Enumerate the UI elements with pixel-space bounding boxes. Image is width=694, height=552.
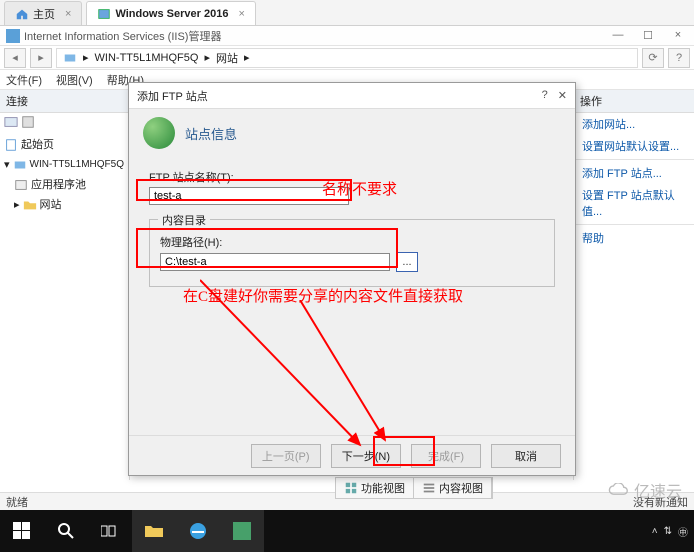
system-tray[interactable]: ˄ ⇅ ㊥ xyxy=(646,510,694,552)
actions-pane: 操作 添加网站... 设置网站默认设置... 添加 FTP 站点... 设置 F… xyxy=(574,90,694,480)
search-icon xyxy=(57,522,75,540)
server-icon xyxy=(13,158,27,172)
next-button[interactable]: 下一步(N) xyxy=(331,444,401,468)
refresh-button[interactable]: ⟳ xyxy=(642,48,664,68)
dialog-close-button[interactable]: ✕ xyxy=(558,89,567,102)
tray-network-icon[interactable]: ⇅ xyxy=(664,526,672,537)
pane-title: 连接 xyxy=(6,93,28,109)
tab-label: Windows Server 2016 xyxy=(115,8,228,20)
tree-start-page[interactable]: 起始页 xyxy=(4,135,125,155)
pane-title: 操作 xyxy=(580,93,602,109)
grid-icon xyxy=(344,481,358,495)
start-button[interactable] xyxy=(0,510,44,552)
pool-icon xyxy=(14,178,28,192)
connect-icon[interactable] xyxy=(4,115,18,129)
action-help[interactable]: 帮助 xyxy=(574,227,694,249)
cloud-icon xyxy=(608,483,630,497)
action-site-defaults[interactable]: 设置网站默认设置... xyxy=(574,135,694,157)
menu-file[interactable]: 文件(F) xyxy=(6,72,42,88)
cancel-button[interactable]: 取消 xyxy=(491,444,561,468)
save-icon[interactable] xyxy=(21,115,35,129)
search-button[interactable] xyxy=(44,510,88,552)
status-left: 就绪 xyxy=(6,494,28,510)
view-switcher: 功能视图 内容视图 xyxy=(335,477,493,499)
server-icon xyxy=(97,7,111,21)
ie-icon xyxy=(189,522,207,540)
path-label: 物理路径(H): xyxy=(160,234,544,250)
browser-tab-strip: 主页 × Windows Server 2016 × xyxy=(0,0,694,26)
annotation-text-1: 名称不要求 xyxy=(322,178,397,199)
action-ftp-defaults[interactable]: 设置 FTP 站点默认值... xyxy=(574,184,694,222)
browser-tab-ws2016[interactable]: Windows Server 2016 × xyxy=(86,1,255,25)
home-icon xyxy=(15,7,29,21)
tree-sites[interactable]: ▸网站 xyxy=(4,195,125,215)
content-dir-legend: 内容目录 xyxy=(158,212,210,228)
content-dir-group: 内容目录 物理路径(H): ... xyxy=(149,219,555,287)
breadcrumb-sites: 网站 xyxy=(216,50,238,66)
nav-fwd-button[interactable]: ▸ xyxy=(30,48,52,68)
help-button[interactable]: ? xyxy=(668,48,690,68)
nav-back-button[interactable]: ◂ xyxy=(4,48,26,68)
tab-features-view[interactable]: 功能视图 xyxy=(336,478,414,498)
close-icon[interactable]: × xyxy=(238,8,244,20)
close-icon[interactable]: × xyxy=(65,8,71,20)
folder-icon xyxy=(144,523,164,539)
dialog-heading: 站点信息 xyxy=(185,124,237,143)
dialog-help-button[interactable]: ? xyxy=(542,89,548,102)
menu-view[interactable]: 视图(V) xyxy=(56,72,93,88)
site-name-input[interactable] xyxy=(149,187,349,205)
watermark: 亿速云 xyxy=(608,478,682,502)
browser-tab-home[interactable]: 主页 × xyxy=(4,1,82,25)
address-bar: ◂ ▸ ▸ WIN-TT5L1MHQF5Q ▸ 网站 ▸ ⟳ ? xyxy=(0,46,694,70)
taskbar: ˄ ⇅ ㊥ xyxy=(0,510,694,552)
action-add-website[interactable]: 添加网站... xyxy=(574,113,694,135)
iis-icon xyxy=(233,522,251,540)
iis-titlebar: Internet Information Services (IIS)管理器 —… xyxy=(0,26,694,46)
taskview-icon xyxy=(101,524,119,538)
globe-icon xyxy=(143,117,175,149)
breadcrumb[interactable]: ▸ WIN-TT5L1MHQF5Q ▸ 网站 ▸ xyxy=(56,48,638,68)
annotation-text-2: 在C盘建好你需要分享的内容文件直接获取 xyxy=(183,285,463,306)
tab-content-view[interactable]: 内容视图 xyxy=(414,478,492,498)
expand-icon[interactable]: ▾ xyxy=(4,156,10,174)
prev-button: 上一页(P) xyxy=(251,444,321,468)
physical-path-input[interactable] xyxy=(160,253,390,271)
taskbar-explorer[interactable] xyxy=(132,510,176,552)
maximize-button[interactable]: ☐ xyxy=(634,26,662,44)
dialog-title: 添加 FTP 站点 xyxy=(137,88,208,104)
breadcrumb-server: WIN-TT5L1MHQF5Q xyxy=(95,52,199,64)
finish-button: 完成(F) xyxy=(411,444,481,468)
expand-icon[interactable]: ▸ xyxy=(14,196,20,214)
action-add-ftp[interactable]: 添加 FTP 站点... xyxy=(574,162,694,184)
minimize-button[interactable]: — xyxy=(604,26,632,44)
list-icon xyxy=(422,481,436,495)
tray-ime-icon[interactable]: ㊥ xyxy=(678,524,688,539)
folder-icon xyxy=(23,198,37,212)
windows-icon xyxy=(13,522,31,540)
iis-icon xyxy=(6,29,20,43)
taskbar-ie[interactable] xyxy=(176,510,220,552)
connections-pane: 连接 起始页 ▾WIN-TT5L1MHQF5Q 应用程序池 ▸网站 xyxy=(0,90,130,480)
add-ftp-site-dialog: 添加 FTP 站点 ? ✕ 站点信息 FTP 站点名称(T): 内容目录 物理路… xyxy=(128,82,576,476)
server-icon xyxy=(63,51,77,65)
taskbar-iis[interactable] xyxy=(220,510,264,552)
window-title: Internet Information Services (IIS)管理器 xyxy=(24,28,221,44)
page-icon xyxy=(4,138,18,152)
tree-server[interactable]: ▾WIN-TT5L1MHQF5Q xyxy=(4,155,125,175)
tray-chevron-icon[interactable]: ˄ xyxy=(652,526,658,537)
tab-label: 主页 xyxy=(33,6,55,22)
browse-button[interactable]: ... xyxy=(396,252,418,272)
close-button[interactable]: × xyxy=(664,26,692,44)
taskview-button[interactable] xyxy=(88,510,132,552)
tree-app-pools[interactable]: 应用程序池 xyxy=(4,175,125,195)
